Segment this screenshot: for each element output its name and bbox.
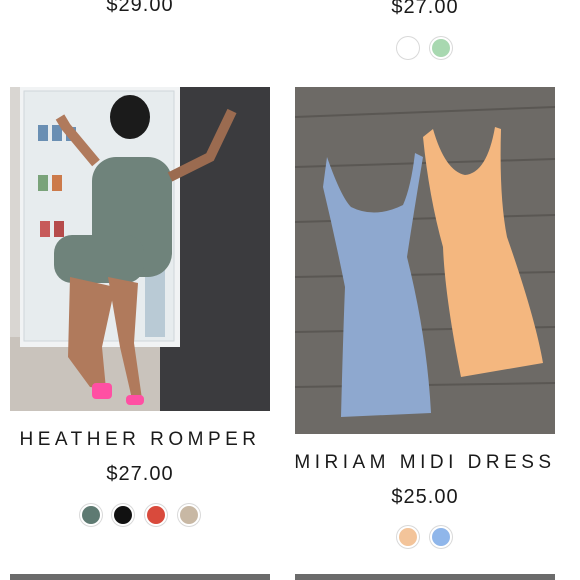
color-swatch-peach[interactable] <box>399 528 417 546</box>
next-product-image-edge <box>295 574 555 580</box>
product-price: $27.00 <box>391 0 459 18</box>
color-swatch-taupe[interactable] <box>180 506 198 524</box>
dress-photo-illustration <box>295 87 555 434</box>
color-swatch-white[interactable] <box>399 39 417 57</box>
color-swatch-mint[interactable] <box>432 39 450 57</box>
color-swatch-red[interactable] <box>147 506 165 524</box>
product-image-heather-romper[interactable] <box>10 87 270 411</box>
product-price: $29.00 <box>106 0 174 16</box>
product-price: $27.00 <box>106 463 174 485</box>
product-price: $25.00 <box>391 486 459 508</box>
product-title[interactable]: HEATHER ROMPER <box>0 429 280 451</box>
color-swatch-black[interactable] <box>114 506 132 524</box>
color-swatch-blue[interactable] <box>432 528 450 546</box>
product-title[interactable]: MIRIAM MIDI DRESS <box>285 452 565 474</box>
romper-photo-illustration <box>10 87 270 411</box>
next-product-image-edge <box>10 574 270 580</box>
color-swatch-sage[interactable] <box>82 506 100 524</box>
product-image-miriam-midi-dress[interactable] <box>295 87 555 434</box>
